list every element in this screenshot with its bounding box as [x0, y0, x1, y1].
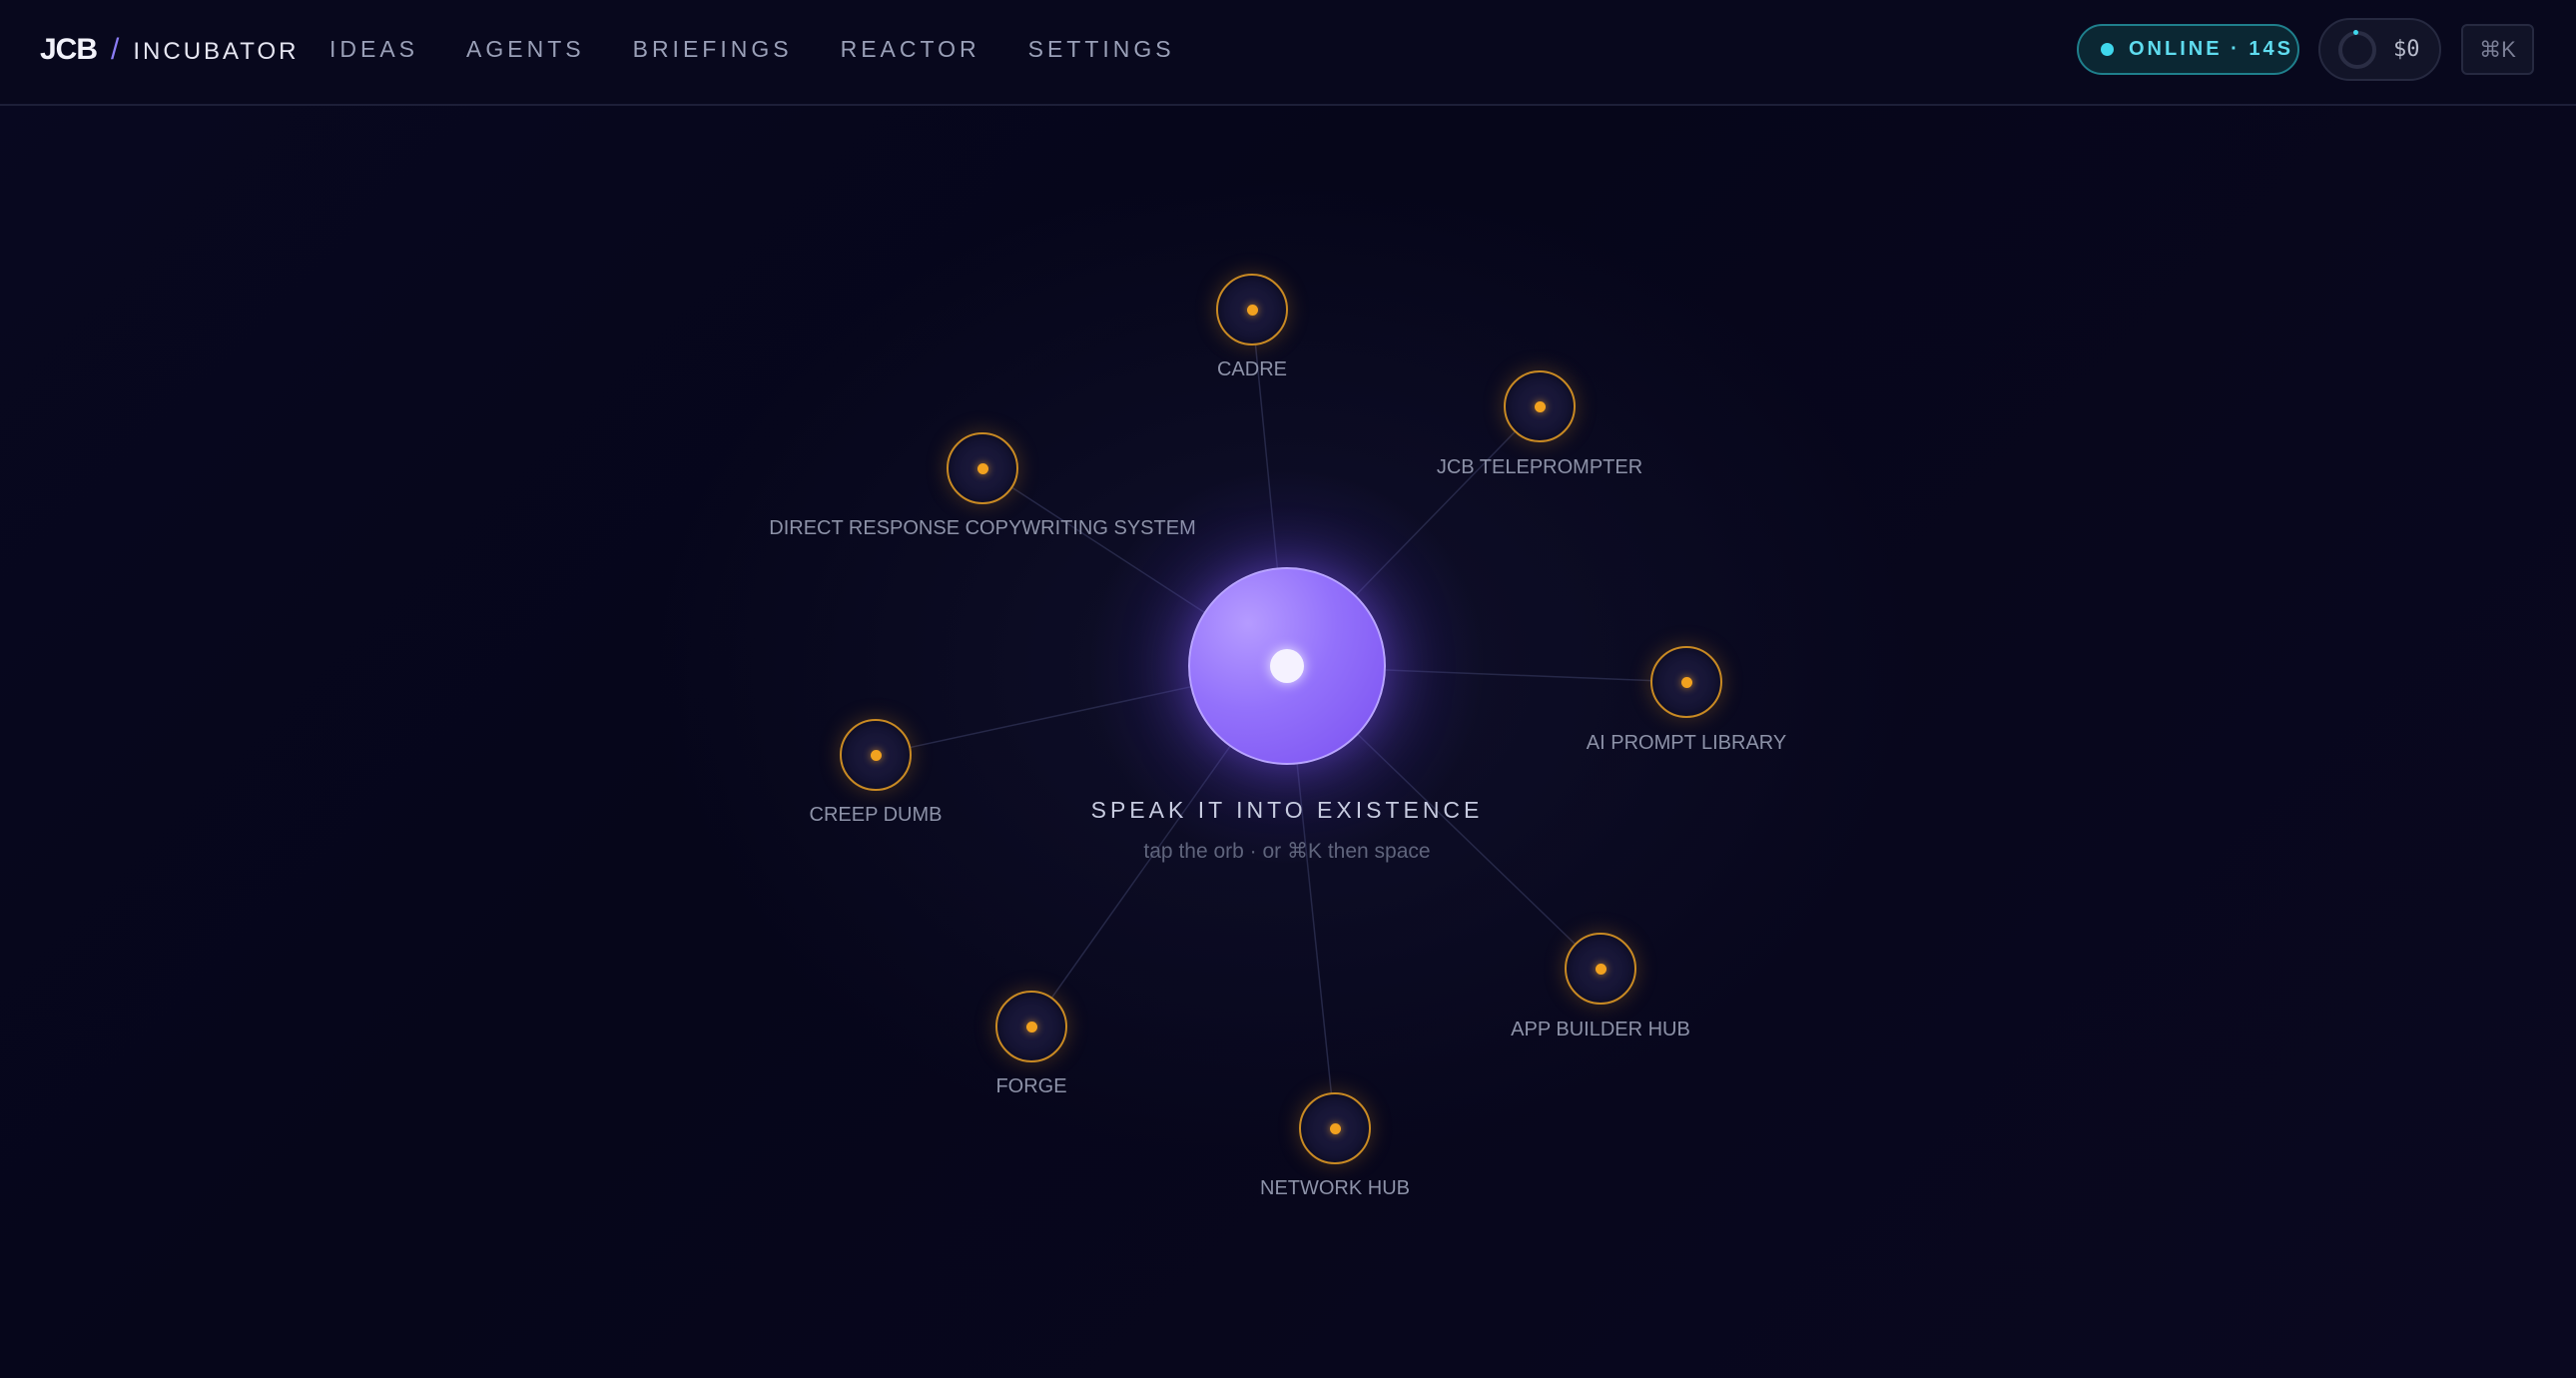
node-ai-prompt-library[interactable] — [1650, 646, 1722, 718]
node-dot-icon — [1025, 1021, 1037, 1033]
orb-title: SPEAK IT INTO EXISTENCE — [1090, 797, 1484, 823]
node-network-hub[interactable] — [1299, 1092, 1371, 1164]
node-dot-icon — [1246, 304, 1258, 316]
node-label-app-builder-hub: APP BUILDER HUB — [1511, 1019, 1690, 1040]
node-forge[interactable] — [995, 991, 1067, 1062]
node-creep-dumb[interactable] — [840, 719, 912, 791]
incubator-app: JCB / INCUBATOR IDEAS AGENTS BRIEFINGS R… — [0, 0, 2576, 1378]
node-dot-icon — [1680, 676, 1692, 688]
node-label-cadre: CADRE — [1216, 358, 1288, 380]
orb-core-icon — [1270, 649, 1304, 683]
node-dot-icon — [1534, 400, 1546, 412]
node-app-builder-hub[interactable] — [1565, 933, 1636, 1005]
orb-hint: tap the orb · or ⌘K then space — [1143, 840, 1431, 863]
node-label-network-hub: NETWORK HUB — [1260, 1177, 1410, 1199]
node-jcb-teleprompter[interactable] — [1504, 370, 1576, 442]
node-cadre[interactable] — [1216, 274, 1288, 345]
node-label-jcb-teleprompter: JCB TELEPROMPTER — [1436, 456, 1643, 478]
node-label-creep-dumb: CREEP DUMB — [809, 804, 943, 826]
node-dot-icon — [1595, 963, 1607, 975]
node-direct-response-copywriting-system[interactable] — [947, 432, 1018, 504]
node-dot-icon — [870, 749, 882, 761]
node-dot-icon — [976, 462, 988, 474]
voice-orb-button[interactable] — [1188, 567, 1386, 765]
node-dot-icon — [1329, 1122, 1341, 1134]
node-label-forge: FORGE — [995, 1075, 1067, 1097]
node-label-ai-prompt-library: AI PROMPT LIBRARY — [1586, 732, 1787, 754]
node-label-direct-response-copywriting-system: DIRECT RESPONSE COPYWRITING SYSTEM — [769, 517, 1196, 539]
